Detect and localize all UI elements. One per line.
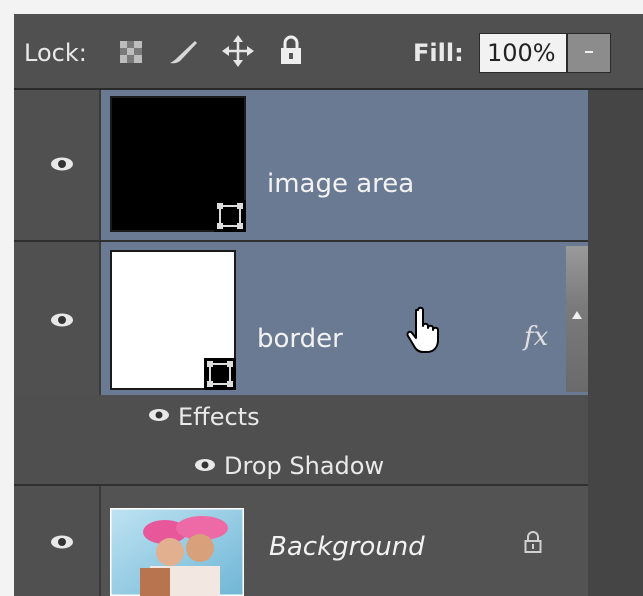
hand-cursor-icon (406, 306, 439, 353)
eye-icon[interactable] (50, 534, 74, 550)
layer-row-border[interactable]: border fx (14, 242, 588, 395)
layer-name[interactable]: border (257, 324, 343, 354)
lock-bar: Lock: Fill: 100% (14, 14, 643, 90)
layer-name[interactable]: Background (269, 532, 425, 562)
visibility-toggle[interactable] (14, 90, 101, 240)
scroll-up-arrow-icon[interactable] (571, 310, 583, 320)
visibility-toggle[interactable] (14, 486, 101, 596)
layers-panel: Lock: Fill: 100% image area border fx Ef… (14, 14, 643, 596)
layer-row-image-area[interactable]: image area (14, 90, 588, 240)
eye-icon[interactable] (194, 458, 216, 472)
fill-dropdown-button[interactable] (567, 33, 611, 73)
fill-label: Fill: (413, 39, 464, 67)
eye-icon[interactable] (50, 312, 74, 328)
eye-icon[interactable] (50, 156, 74, 172)
layer-row-background[interactable]: Background (14, 486, 588, 596)
lock-label: Lock: (24, 39, 87, 67)
fx-label[interactable]: fx (524, 322, 548, 352)
visibility-toggle[interactable] (14, 242, 101, 395)
lock-icon (524, 531, 542, 553)
lock-all-icon[interactable] (279, 35, 303, 65)
layer-thumbnail-background-photo (110, 508, 244, 596)
lock-image-pixels-icon[interactable] (166, 37, 200, 67)
layer-name[interactable]: image area (267, 169, 414, 199)
vector-mask-icon (214, 200, 246, 232)
lock-position-icon[interactable] (222, 35, 254, 67)
eye-icon[interactable] (148, 408, 170, 422)
right-strip (588, 90, 643, 596)
vector-mask-icon (204, 358, 236, 390)
lock-transparent-pixels-icon[interactable] (120, 41, 142, 63)
effect-item-drop-shadow[interactable]: Drop Shadow (224, 452, 384, 480)
fill-value-field[interactable]: 100% (479, 33, 567, 73)
effects-label[interactable]: Effects (178, 403, 260, 431)
